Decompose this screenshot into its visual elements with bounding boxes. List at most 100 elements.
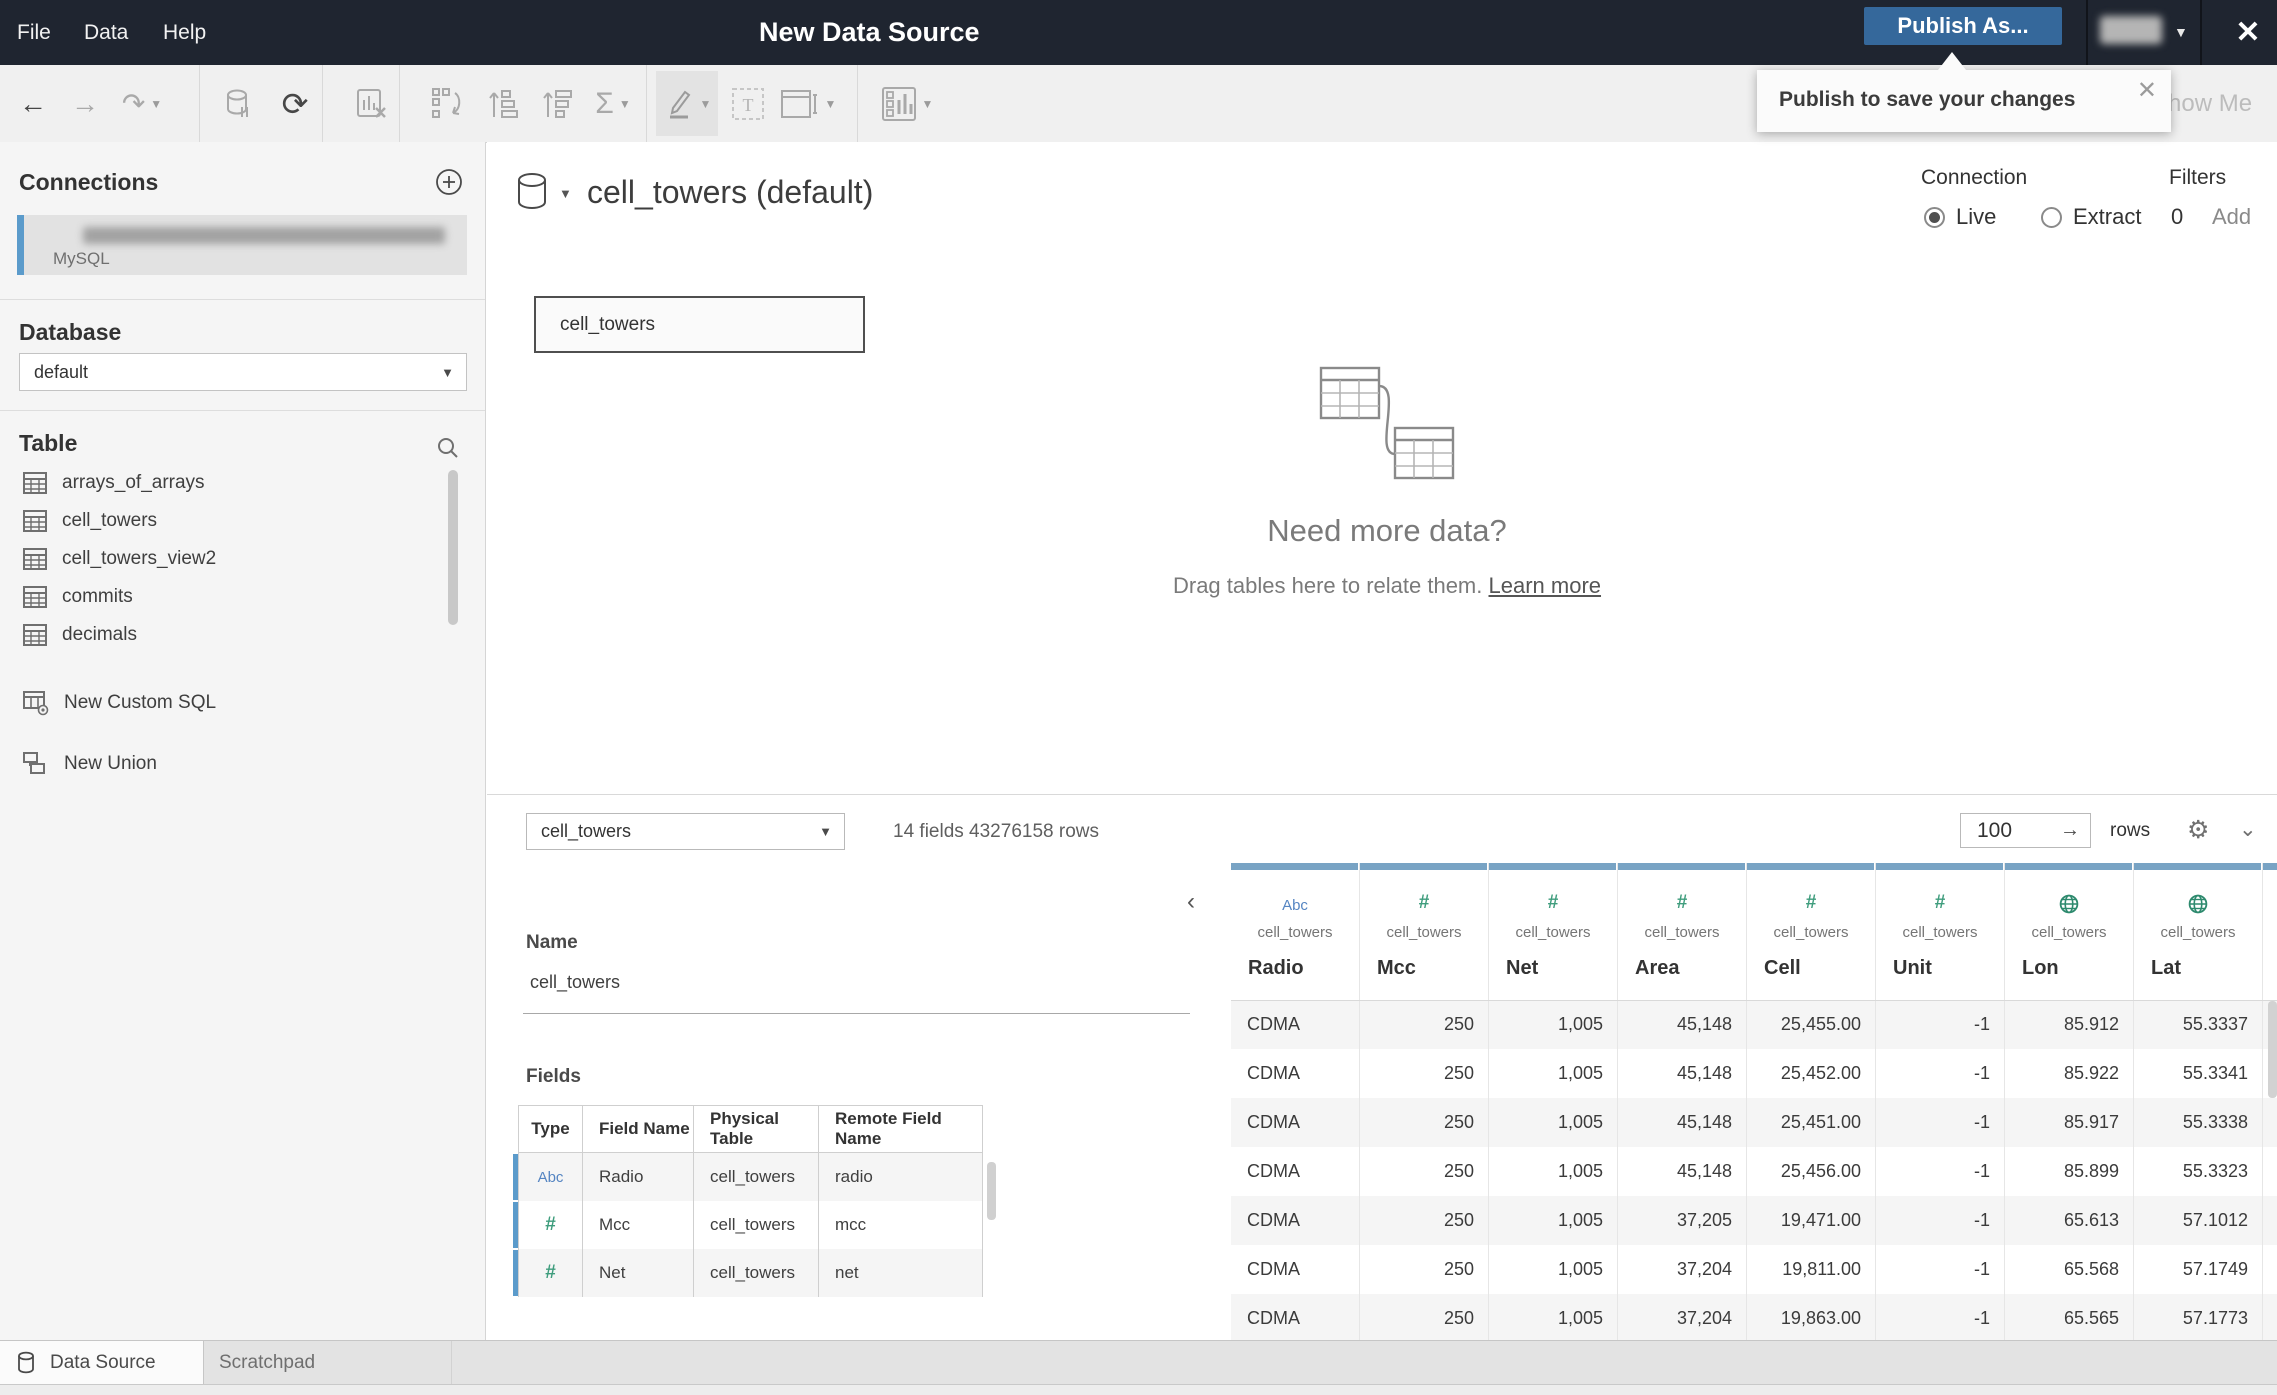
live-radio[interactable]: Live	[1924, 204, 1996, 230]
sort-descending-button[interactable]	[528, 65, 584, 142]
learn-more-link[interactable]: Learn more	[1489, 573, 1602, 598]
datasource-db-icon[interactable]	[515, 172, 553, 217]
tab-scratchpad[interactable]: Scratchpad	[205, 1341, 452, 1384]
sidebar-table-item[interactable]: cell_towers	[0, 502, 440, 540]
grid-data-row[interactable]: CDMA 250 1,005 45,148 25,456.00 -1 85.899 55.33…	[1231, 1147, 2277, 1196]
table-icon	[23, 586, 47, 608]
grid-data-row[interactable]: CDMA 250 1,005 45,148 25,451.00 -1 85.917 55.33…	[1231, 1098, 2277, 1147]
grid-cell-partial	[2263, 1147, 2277, 1196]
grid-column-header[interactable]: # cell_towers Unit	[1876, 863, 2005, 1000]
table-icon	[23, 472, 47, 494]
refresh-button[interactable]: ⟳	[270, 65, 320, 142]
user-avatar[interactable]	[2100, 16, 2162, 44]
grid-column-header[interactable]: cell_towers Lon	[2005, 863, 2134, 1000]
grid-cell: CDMA	[1231, 1245, 1360, 1294]
tooltip-close-icon[interactable]: ✕	[2137, 76, 2157, 105]
grid-cell: 19,863.00	[1747, 1294, 1876, 1340]
grid-cell: 37,204	[1618, 1245, 1747, 1294]
grid-vertical-scrollbar[interactable]	[2268, 1001, 2277, 1098]
replay-button[interactable]: ↷ ▼	[112, 65, 172, 142]
grid-cell: -1	[1876, 1245, 2005, 1294]
column-type-icon-wrap: #	[1489, 870, 1617, 914]
filters-add-button[interactable]: Add	[2212, 204, 2251, 230]
grid-column-header[interactable]: # cell_towers Area	[1618, 863, 1747, 1000]
chevron-down-icon[interactable]: ⌄	[2239, 817, 2257, 842]
grid-cell: 55.3337	[2134, 1000, 2263, 1049]
data-grid: Abc cell_towers Radio # cell_towers Mcc # cell_…	[1231, 863, 2277, 1340]
extract-radio[interactable]: Extract	[2041, 204, 2141, 230]
fit-layout-button[interactable]: ▼	[776, 65, 840, 142]
sidebar-table-item[interactable]: commits	[0, 578, 440, 616]
publish-as-button[interactable]: Publish As...	[1864, 7, 2062, 45]
fields-table-row[interactable]: # Mcc cell_towers mcc	[513, 1201, 983, 1249]
grid-data-row[interactable]: CDMA 250 1,005 37,204 19,811.00 -1 65.568 57.17…	[1231, 1245, 2277, 1294]
datasource-caret-icon[interactable]: ▼	[559, 186, 572, 201]
column-type-icon-wrap	[2005, 870, 2133, 914]
data-source-refresh-icon[interactable]	[216, 65, 262, 142]
show-me-button[interactable]: ▼	[872, 65, 942, 142]
table-list-scrollbar[interactable]	[448, 470, 458, 625]
connection-item[interactable]: MySQL	[17, 215, 467, 275]
menu-help[interactable]: Help	[163, 0, 206, 65]
grid-table-select[interactable]: cell_towers ▼	[526, 813, 845, 850]
new-union-button[interactable]: New Union	[0, 745, 440, 783]
add-connection-button[interactable]	[435, 168, 463, 201]
grid-column-header[interactable]: # cell_towers Net	[1489, 863, 1618, 1000]
grid-data-row[interactable]: CDMA 250 1,005 37,205 19,471.00 -1 65.613 57.10…	[1231, 1196, 2277, 1245]
grid-column-header[interactable]: cell_towers Lat	[2134, 863, 2263, 1000]
new-custom-sql-button[interactable]: New Custom SQL	[0, 684, 440, 722]
field-name-cell: Mcc	[583, 1201, 694, 1249]
fields-table-scrollbar[interactable]	[987, 1162, 996, 1220]
menu-file[interactable]: File	[17, 0, 51, 65]
window-close-button[interactable]: ✕	[2228, 10, 2268, 54]
column-header-bar	[2005, 863, 2132, 870]
empty-hint-text: Drag tables here to relate them.	[1172, 573, 1483, 598]
text-label-button[interactable]: T	[722, 65, 774, 142]
sidebar-table-item[interactable]: arrays_of_arrays	[0, 464, 440, 502]
totals-button[interactable]: Σ ▼	[582, 65, 644, 142]
grid-column-header[interactable]: Abc cell_towers Radio	[1231, 863, 1360, 1000]
datasource-tab-icon	[18, 1351, 34, 1373]
gear-icon[interactable]: ⚙	[2187, 815, 2209, 845]
grid-column-header[interactable]: # cell_towers Mcc	[1360, 863, 1489, 1000]
fields-table-header: Type Field Name Physical Table Remote Field…	[518, 1105, 983, 1153]
sidebar-table-item[interactable]: cell_towers_view2	[0, 540, 440, 578]
canvas-table-node[interactable]: cell_towers	[534, 296, 865, 353]
redo-button[interactable]: →	[62, 65, 108, 142]
grid-cell-partial	[2263, 1196, 2277, 1245]
grid-data-row[interactable]: CDMA 250 1,005 45,148 25,452.00 -1 85.922 55.33…	[1231, 1049, 2277, 1098]
sidebar-table-item[interactable]: decimals	[0, 616, 440, 654]
tableau-data-source-window: File Data Help New Data Source Publish A…	[0, 0, 2277, 1395]
grid-cell: 1,005	[1489, 1098, 1618, 1147]
search-icon[interactable]	[435, 435, 461, 466]
bottom-strip	[0, 1384, 2277, 1395]
table-header: Table	[19, 430, 78, 456]
grid-cell: 19,811.00	[1747, 1245, 1876, 1294]
tab-data-source[interactable]: Data Source	[0, 1341, 204, 1384]
toolbar-separator	[322, 65, 323, 142]
collapse-panel-button[interactable]: ‹	[1187, 888, 1195, 916]
field-row-accent	[513, 1202, 518, 1248]
grid-cell: 57.1773	[2134, 1294, 2263, 1340]
grid-column-header[interactable]: # cell_towers Cell	[1747, 863, 1876, 1000]
database-select[interactable]: default ▼	[19, 353, 467, 391]
menu-data[interactable]: Data	[84, 0, 128, 65]
user-menu-caret-icon[interactable]: ▼	[2174, 24, 2188, 40]
undo-button[interactable]: ←	[10, 65, 56, 142]
sort-ascending-button[interactable]	[474, 65, 530, 142]
column-source-table: cell_towers	[2031, 924, 2107, 941]
group-button[interactable]	[420, 65, 476, 142]
highlight-button[interactable]: ▼	[660, 65, 716, 142]
field-row-accent	[513, 1154, 518, 1200]
clear-chart-button[interactable]	[344, 65, 400, 142]
fields-table-row[interactable]: # Net cell_towers net	[513, 1249, 983, 1297]
apply-rows-icon[interactable]: →	[2060, 819, 2080, 842]
grid-data-row[interactable]: CDMA 250 1,005 37,204 19,863.00 -1 65.565 57.17…	[1231, 1294, 2277, 1340]
grid-header-border	[1231, 1000, 2277, 1001]
grid-cell: 250	[1360, 1049, 1489, 1098]
fields-table-row[interactable]: Abc Radio cell_towers radio	[513, 1153, 983, 1201]
grid-data-row[interactable]: CDMA 250 1,005 45,148 25,455.00 -1 85.912 55.33…	[1231, 1000, 2277, 1049]
row-count-input[interactable]: 100 →	[1960, 813, 2091, 848]
name-value-input[interactable]: cell_towers	[530, 972, 620, 993]
toolbar-separator	[199, 65, 200, 142]
